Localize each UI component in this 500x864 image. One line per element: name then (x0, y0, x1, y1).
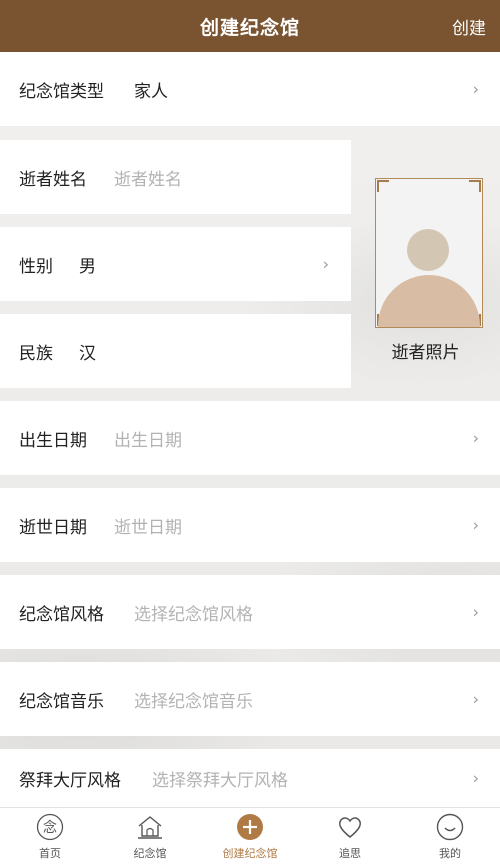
tab-mine-label: 我的 (439, 847, 461, 860)
memorial-style-select[interactable]: 选择纪念馆风格 (134, 600, 253, 625)
chevron-right-icon: › (472, 428, 479, 448)
chevron-right-icon: › (472, 768, 479, 788)
frame-corner-icon (377, 180, 389, 192)
navigation-bar: 创建纪念馆 创建 (0, 0, 500, 52)
name-input[interactable]: 逝者姓名 (114, 165, 182, 190)
memorial-type-label: 纪念馆类型 (19, 81, 104, 102)
chevron-right-icon: › (472, 79, 479, 99)
bottom-tab-bar: 念 首页 纪念馆 创建纪念馆 追思 我的 (0, 807, 500, 864)
chevron-right-icon: › (472, 689, 479, 709)
tab-home-label: 首页 (39, 847, 61, 860)
tab-home[interactable]: 念 首页 (0, 808, 100, 864)
death-date-input[interactable]: 逝世日期 (114, 513, 182, 538)
memorial-music-label: 纪念馆音乐 (19, 691, 104, 712)
memorial-style-row[interactable]: 纪念馆风格 选择纪念馆风格 › (0, 575, 500, 649)
name-label: 逝者姓名 (19, 169, 87, 190)
memorial-music-row[interactable]: 纪念馆音乐 选择纪念馆音乐 › (0, 662, 500, 736)
memorial-type-value: 家人 (134, 81, 168, 102)
gender-row[interactable]: 性别 男 › (0, 227, 351, 301)
ethnicity-label: 民族 (19, 343, 53, 364)
svg-text:念: 念 (43, 819, 57, 836)
chevron-right-icon: › (472, 602, 479, 622)
hall-style-label: 祭拜大厅风格 (19, 770, 121, 791)
name-row[interactable]: 逝者姓名 逝者姓名 (0, 140, 351, 214)
deceased-photo-picker[interactable]: 逝者照片 (351, 140, 500, 400)
tab-remembrance-label: 追思 (339, 847, 361, 860)
death-date-label: 逝世日期 (19, 517, 87, 538)
plus-circle-icon (236, 813, 264, 841)
tab-create-memorial[interactable]: 创建纪念馆 (200, 808, 300, 864)
death-date-row[interactable]: 逝世日期 逝世日期 › (0, 488, 500, 562)
frame-corner-icon (469, 180, 481, 192)
tab-remembrance[interactable]: 追思 (300, 808, 400, 864)
photo-frame[interactable] (375, 178, 483, 328)
ethnicity-row[interactable]: 民族 汉 (0, 314, 351, 388)
hall-style-select[interactable]: 选择祭拜大厅风格 (152, 766, 288, 791)
tab-memorial-hall-label: 纪念馆 (133, 847, 167, 860)
memorial-type-row[interactable]: 纪念馆类型 家人 › (0, 52, 500, 126)
heart-icon (336, 813, 364, 841)
smile-icon (436, 813, 464, 841)
ethnicity-value: 汉 (79, 343, 96, 364)
birth-date-row[interactable]: 出生日期 出生日期 › (0, 401, 500, 475)
photo-label: 逝者照片 (391, 343, 460, 363)
chevron-right-icon: › (322, 254, 329, 274)
gender-value: 男 (79, 256, 96, 277)
birth-date-input[interactable]: 出生日期 (114, 426, 182, 451)
avatar-placeholder-icon (407, 229, 449, 271)
avatar-placeholder-body (378, 275, 480, 327)
hall-style-row[interactable]: 祭拜大厅风格 选择祭拜大厅风格 › (0, 749, 500, 807)
tab-mine[interactable]: 我的 (400, 808, 500, 864)
hall-icon (136, 813, 164, 841)
page-title: 创建纪念馆 (199, 16, 300, 39)
gender-label: 性别 (19, 256, 53, 277)
memorial-music-select[interactable]: 选择纪念馆音乐 (134, 687, 253, 712)
tab-create-memorial-label: 创建纪念馆 (222, 847, 278, 860)
birth-date-label: 出生日期 (19, 430, 87, 451)
create-button[interactable]: 创建 (452, 14, 486, 39)
chevron-right-icon: › (472, 515, 479, 535)
tab-memorial-hall[interactable]: 纪念馆 (100, 808, 200, 864)
memorial-style-label: 纪念馆风格 (19, 604, 104, 625)
nian-logo-icon: 念 (36, 813, 64, 841)
